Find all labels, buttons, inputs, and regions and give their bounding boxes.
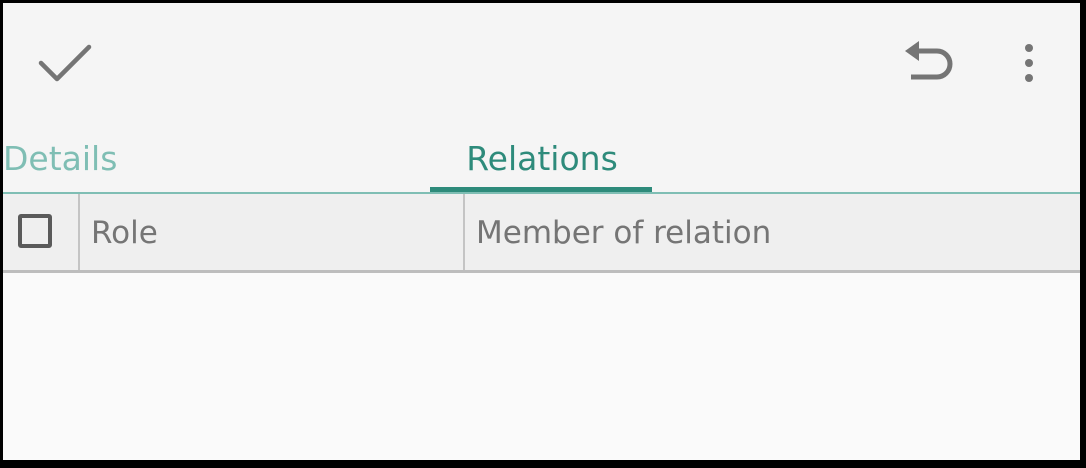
column-divider (78, 194, 80, 270)
table-body (3, 273, 1080, 460)
tab-details[interactable]: Details (3, 125, 117, 193)
column-header-member-of-relation[interactable]: Member of relation (476, 194, 771, 270)
column-header-role[interactable]: Role (91, 194, 158, 270)
select-all-checkbox[interactable] (18, 214, 52, 248)
tab-bar: Details Relations (3, 125, 1080, 193)
toolbar (3, 3, 1080, 125)
tab-relations[interactable]: Relations (431, 125, 653, 193)
check-icon[interactable] (33, 37, 97, 91)
undo-icon[interactable] (901, 35, 957, 91)
relation-editor-screen: Details Relations Role Member of relatio… (3, 3, 1080, 460)
more-vertical-icon[interactable] (1011, 39, 1047, 89)
column-divider (463, 194, 465, 270)
